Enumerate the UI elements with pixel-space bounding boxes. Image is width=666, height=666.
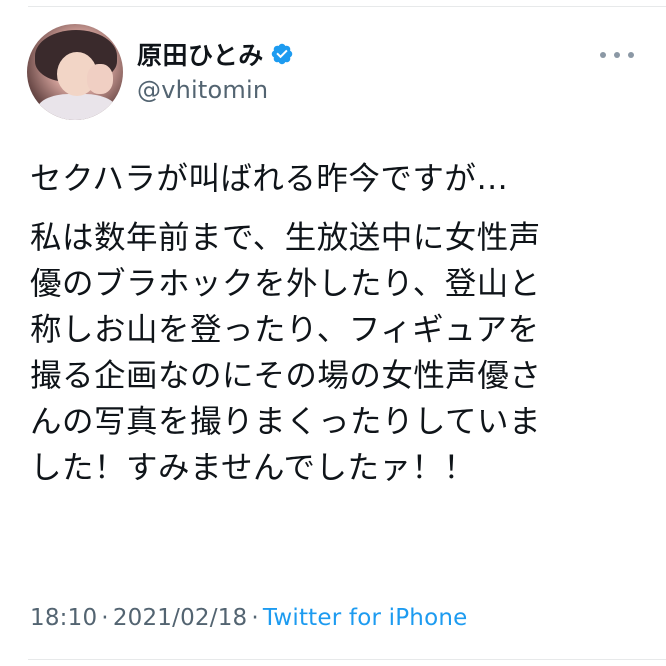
tweet-text: セクハラが叫ばれる昨今ですが… 私は数年前まで、生放送中に女性声 優のブラホック… [30, 156, 640, 491]
author-name-row[interactable]: 原田ひとみ [137, 38, 294, 70]
avatar-hand [87, 64, 113, 94]
tweet-meta: 18:10 · 2021/02/18 · Twitter for iPhone [30, 605, 467, 631]
more-horizontal-icon[interactable] [600, 50, 634, 60]
top-divider [28, 6, 666, 7]
meta-separator: · [101, 605, 109, 631]
meta-separator: · [251, 605, 259, 631]
tweet-paragraph-1: セクハラが叫ばれる昨今ですが… [30, 161, 509, 197]
tweet-card: 原田ひとみ @vhitomin セクハラが叫ばれる昨今ですが… 私は数年前まで、… [0, 0, 666, 666]
author-handle[interactable]: @vhitomin [137, 76, 268, 104]
verified-badge-icon [270, 42, 294, 66]
tweet-time[interactable]: 18:10 [30, 605, 97, 631]
more-dot [614, 52, 620, 58]
more-dot [600, 52, 606, 58]
tweet-paragraph-2: 私は数年前まで、生放送中に女性声 優のブラホックを外したり、登山と 称しお山を登… [30, 220, 542, 486]
avatar[interactable] [27, 24, 123, 120]
author-display-name[interactable]: 原田ひとみ [137, 36, 264, 72]
bottom-divider [28, 659, 666, 660]
more-dot [628, 52, 634, 58]
avatar-shirt [37, 94, 117, 120]
tweet-source-link[interactable]: Twitter for iPhone [263, 605, 468, 631]
tweet-date[interactable]: 2021/02/18 [113, 605, 248, 631]
